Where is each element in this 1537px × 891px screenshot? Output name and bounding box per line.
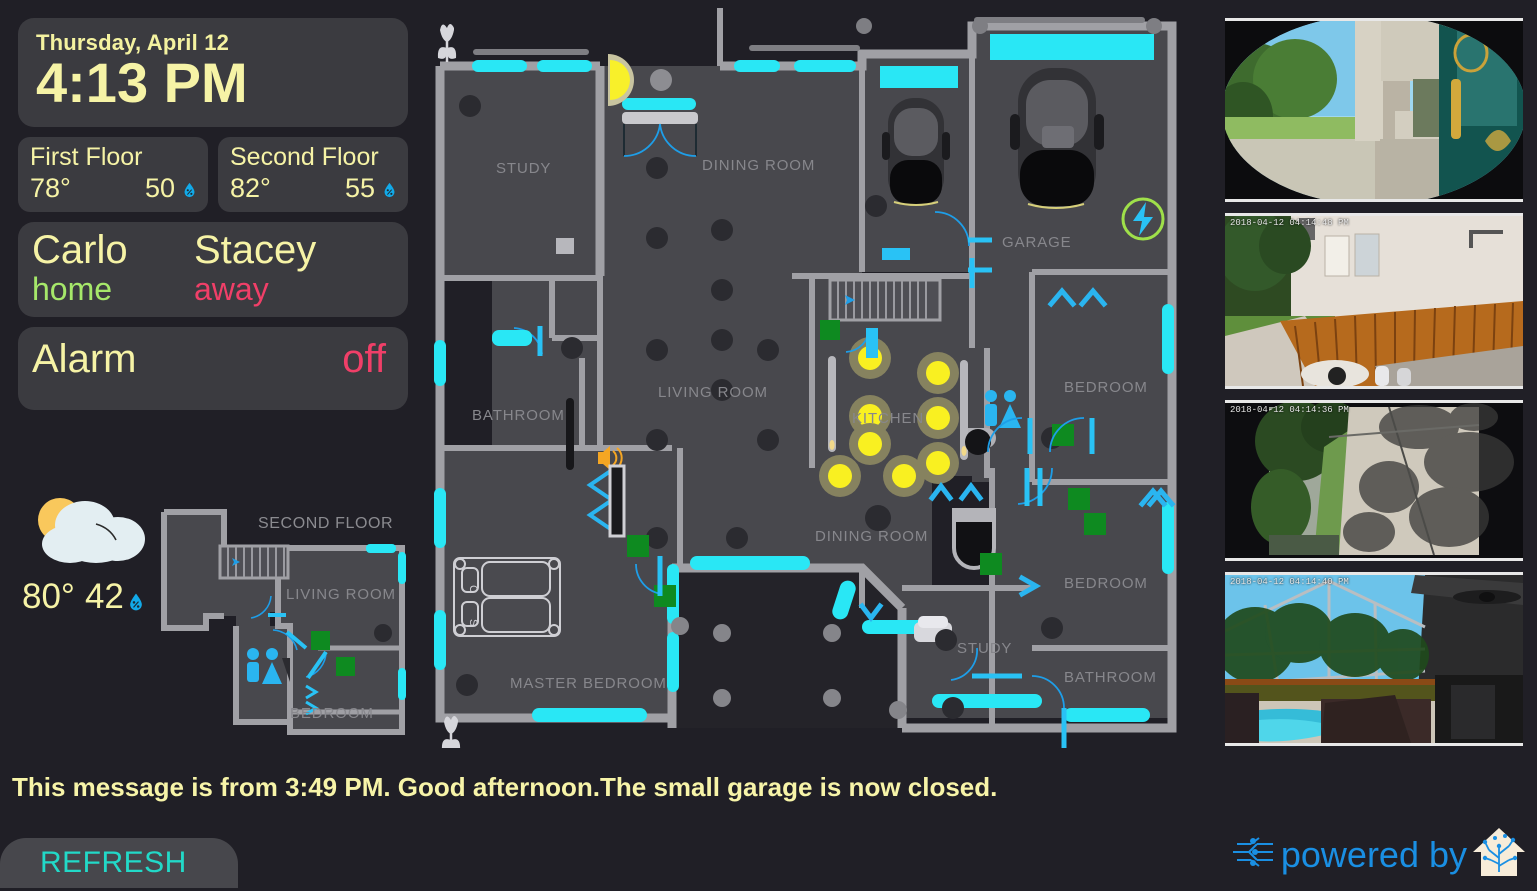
camera-timestamp: 2018-04-12 04:14:36 PM	[1230, 405, 1349, 415]
second-floor-miniplan[interactable]: SECOND FLOOR LIVING ROOM BEDROOM	[158, 500, 424, 740]
climate-temperature: 82°	[230, 172, 271, 203]
car-icon	[882, 98, 950, 206]
room-label-kitchen: KITCHEN	[852, 410, 925, 427]
weather-temperature: 80°	[22, 577, 75, 616]
motion-sensor-icon	[650, 69, 672, 91]
climate-row: First Floor 78° 50 Second Floor 82° 55	[18, 136, 408, 212]
room-label-bedroom-2: BEDROOM	[1064, 575, 1148, 592]
person-name: Carlo	[32, 227, 128, 272]
main-floorplan[interactable]: C S STUDY DINING ROOM GARAGE BATHROOM LI…	[432, 8, 1192, 754]
brand-text: powered by	[1280, 833, 1467, 875]
dashboard-root: Thursday, April 12 4:13 PM First Floor 7…	[0, 0, 1537, 891]
room-label-study: STUDY	[496, 160, 552, 177]
stairs-icon	[218, 544, 290, 580]
climate-name: First Floor	[30, 142, 143, 171]
second-floor-room-label: LIVING ROOM	[286, 586, 396, 603]
water-percent-icon	[381, 177, 398, 199]
climate-humidity: 55	[344, 172, 375, 203]
car-icon	[1010, 68, 1104, 209]
camera-timestamp: 2018-04-12 04:14:40 PM	[1230, 577, 1349, 587]
room-label-study-2: STUDY	[957, 640, 1013, 657]
room-label-living-room: LIVING ROOM	[658, 384, 768, 401]
pool-lanai-camera[interactable]: 2018-04-12 04:14:40 PM	[1225, 572, 1523, 746]
water-percent-icon	[181, 177, 198, 199]
room-label-dining-room: DINING ROOM	[702, 157, 816, 174]
left-panel: Thursday, April 12 4:13 PM First Floor 7…	[18, 18, 408, 410]
climate-humidity: 50	[144, 172, 175, 203]
room-label-dining-room-2: DINING ROOM	[815, 528, 929, 545]
second-floor-room-label: BEDROOM	[290, 705, 374, 722]
presence-card: Carlo home Stacey away	[18, 221, 408, 317]
alarm-label: Alarm	[32, 336, 137, 381]
status-message: This message is from 3:49 PM. Good after…	[12, 772, 998, 802]
room-label-bathroom-2: BATHROOM	[1064, 669, 1157, 686]
clock-card: Thursday, April 12 4:13 PM	[18, 18, 408, 127]
svg-text:S: S	[467, 619, 479, 626]
home-assistant-logo-icon	[1471, 826, 1527, 883]
side-yard-camera[interactable]: 2018-04-12 04:14:48 PM	[1225, 213, 1523, 389]
second-floor-title: SECOND FLOOR	[258, 515, 394, 532]
room-label-master-bedroom: MASTER BEDROOM	[510, 675, 667, 692]
person-state: away	[194, 270, 269, 307]
flower-icon	[437, 24, 457, 62]
weather-widget[interactable]: 80° 42	[22, 492, 162, 617]
svg-text:C: C	[467, 585, 479, 593]
refresh-button-label: REFRESH	[40, 846, 187, 879]
motion-sensor-icon	[374, 624, 392, 642]
room-label-garage: GARAGE	[1002, 234, 1072, 251]
climate-temperature: 78°	[30, 172, 71, 203]
alarm-card[interactable]: Alarm off	[18, 326, 408, 410]
person-name: Stacey	[194, 227, 317, 272]
person-state: home	[32, 270, 113, 307]
refresh-button[interactable]: REFRESH	[0, 838, 238, 888]
driveway-camera[interactable]: 2018-04-12 04:14:36 PM	[1225, 400, 1523, 561]
water-percent-icon	[126, 584, 146, 611]
clock-time: 4:13 PM	[36, 51, 248, 114]
camera-timestamp: 2018-04-12 04:14:48 PM	[1230, 218, 1349, 228]
front-door-camera[interactable]	[1225, 18, 1523, 202]
circuit-icon	[1231, 832, 1277, 877]
door-sensor-closed	[311, 631, 330, 650]
person-stacey[interactable]: Stacey away	[194, 228, 394, 307]
partly-cloudy-icon	[22, 492, 162, 575]
person-carlo[interactable]: Carlo home	[32, 228, 194, 307]
room-label-bathroom: BATHROOM	[472, 407, 565, 424]
stairs-icon	[828, 278, 942, 322]
room-label-bedroom-1: BEDROOM	[1064, 379, 1148, 396]
door-sensor-closed	[336, 657, 355, 676]
alarm-state: off	[342, 336, 386, 381]
weather-humidity: 42	[84, 577, 124, 616]
message-bar: This message is from 3:49 PM. Good after…	[12, 772, 1527, 803]
brand-footer: powered by	[1231, 826, 1527, 883]
climate-card-first-floor[interactable]: First Floor 78° 50	[18, 136, 208, 212]
climate-card-second-floor[interactable]: Second Floor 82° 55	[218, 136, 408, 212]
weather-readout: 80° 42	[22, 577, 162, 617]
flower-icon	[441, 716, 461, 754]
climate-name: Second Floor	[230, 142, 379, 171]
camera-column: 2018-04-12 04:14:48 PM 2018-04-12 04:14:…	[1225, 18, 1523, 757]
